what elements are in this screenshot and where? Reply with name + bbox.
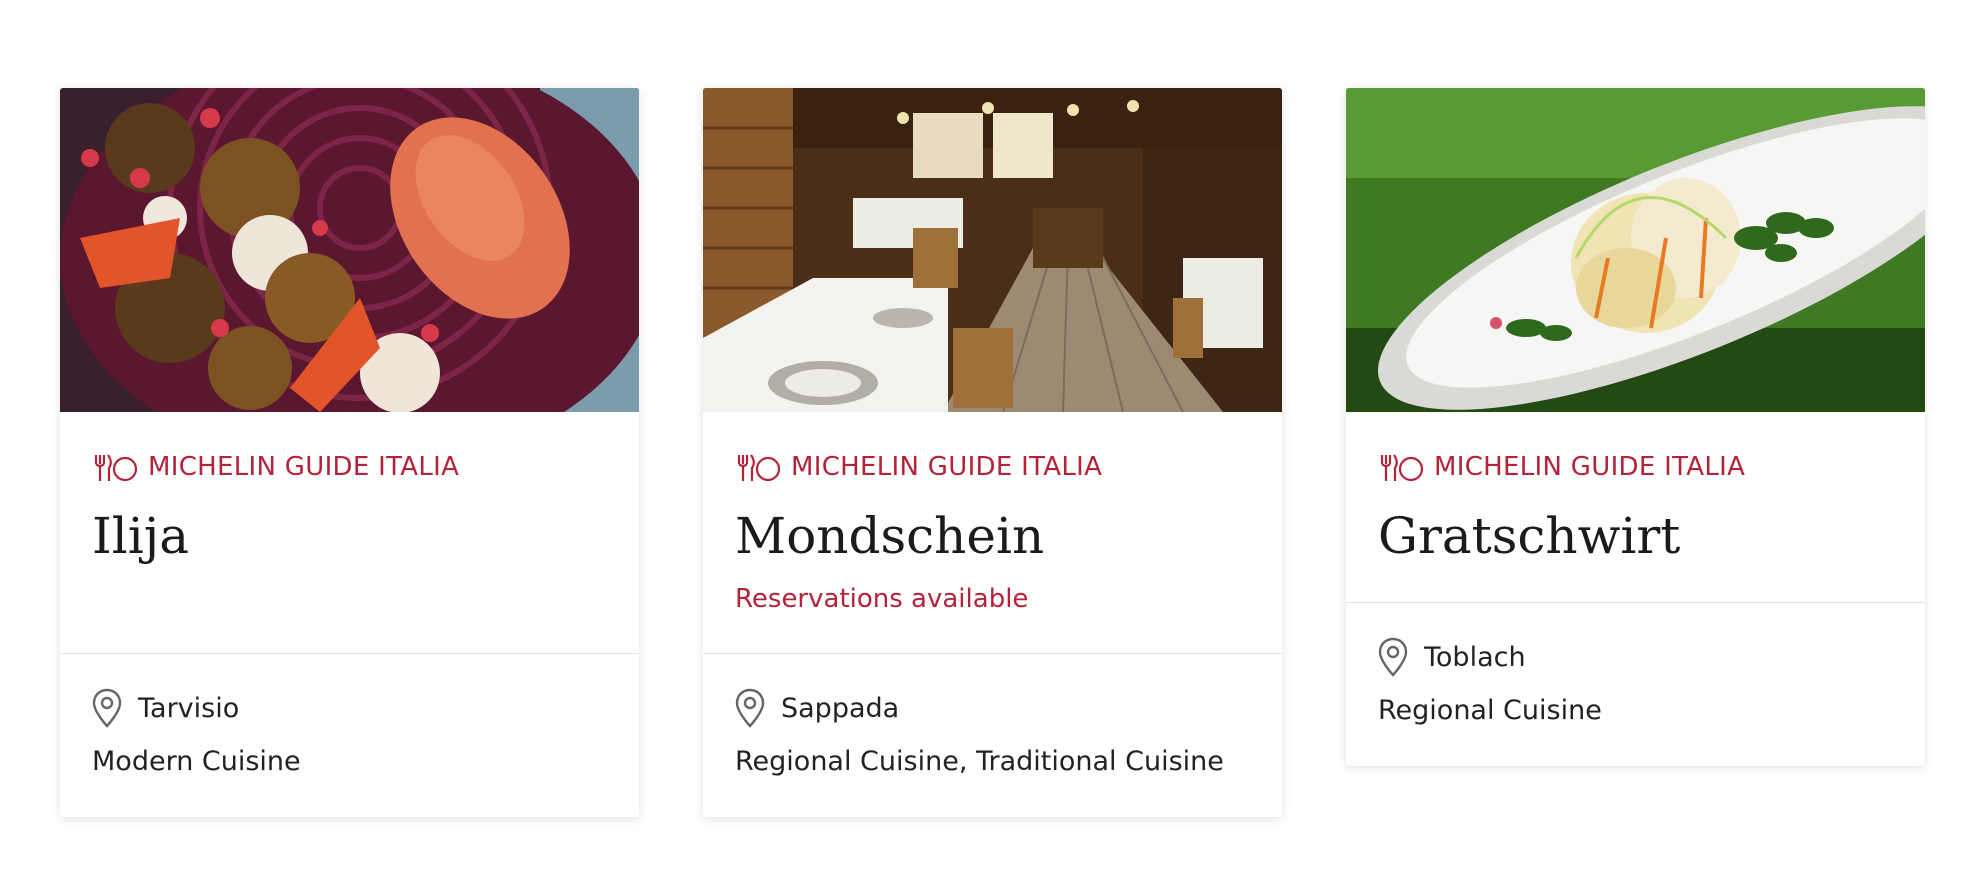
map-pin-icon: [1378, 637, 1408, 677]
restaurant-name[interactable]: Ilija: [92, 506, 607, 566]
reservations-available-link[interactable]: Reservations available: [735, 584, 1250, 614]
fork-knife-plate-icon: [94, 454, 138, 482]
map-pin-icon: [735, 688, 765, 728]
restaurant-card[interactable]: MICHELIN GUIDE ITALIA Gratschwirt Toblac…: [1346, 88, 1925, 766]
restaurant-photo-dessert[interactable]: [60, 88, 639, 412]
restaurant-card[interactable]: MICHELIN GUIDE ITALIA Ilija Tarvisio Mod…: [60, 88, 639, 817]
guide-label: MICHELIN GUIDE ITALIA: [791, 452, 1103, 482]
restaurant-card[interactable]: MICHELIN GUIDE ITALIA Mondschein Reserva…: [703, 88, 1282, 817]
fork-knife-plate-icon: [1380, 454, 1424, 482]
map-pin-icon: [92, 688, 122, 728]
restaurant-name[interactable]: Gratschwirt: [1378, 506, 1893, 566]
restaurant-photo-dining-room[interactable]: [703, 88, 1282, 412]
restaurant-name[interactable]: Mondschein: [735, 506, 1250, 566]
fork-knife-plate-icon: [737, 454, 781, 482]
location-label: Sappada: [781, 692, 900, 724]
michelin-guide-tag: MICHELIN GUIDE ITALIA: [1378, 450, 1893, 484]
cuisine-label: Regional Cuisine, Traditional Cuisine: [735, 746, 1224, 777]
location-row: Sappada: [735, 688, 1250, 728]
guide-label: MICHELIN GUIDE ITALIA: [1434, 452, 1746, 482]
location-label: Tarvisio: [138, 692, 240, 724]
michelin-guide-tag: MICHELIN GUIDE ITALIA: [92, 450, 607, 484]
cuisine-label: Modern Cuisine: [92, 746, 301, 777]
location-label: Toblach: [1424, 641, 1526, 673]
cuisine-label: Regional Cuisine: [1378, 695, 1602, 726]
guide-label: MICHELIN GUIDE ITALIA: [148, 452, 460, 482]
restaurant-photo-plated-dish[interactable]: [1346, 88, 1925, 412]
restaurant-card-list: MICHELIN GUIDE ITALIA Ilija Tarvisio Mod…: [0, 0, 1980, 888]
michelin-guide-tag: MICHELIN GUIDE ITALIA: [735, 450, 1250, 484]
location-row: Tarvisio: [92, 688, 607, 728]
location-row: Toblach: [1378, 637, 1893, 677]
